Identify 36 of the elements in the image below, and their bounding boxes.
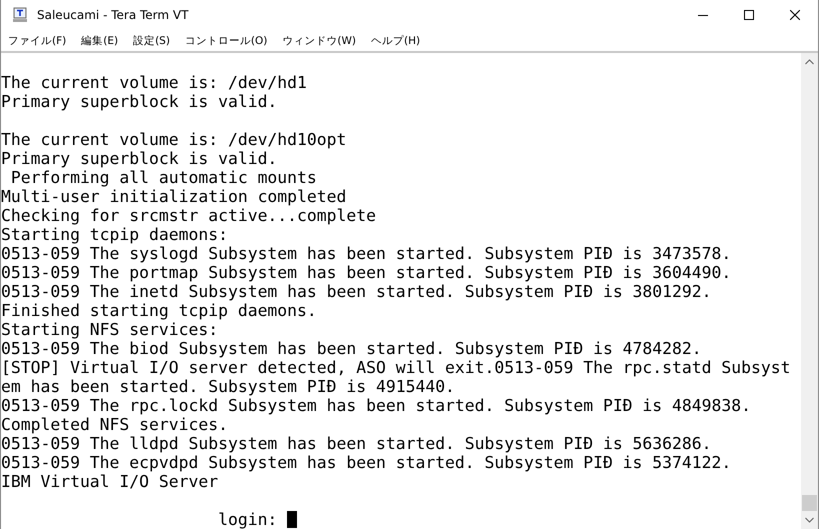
menu-item[interactable]: 編集(E) (76, 30, 124, 50)
terminal-line: 0513-059 The portmap Subsystem has been started. Subsystem PIĐ is 3604490. (1, 263, 732, 282)
terminal-line: Completed NFS services. (1, 415, 228, 434)
terminal-line: IBM Virtual I/O Server (1, 472, 218, 491)
terminal-line: Starting tcpip daemons: (1, 225, 228, 244)
app-icon (12, 7, 28, 23)
terminal-line: em has been started. Subsystem PIĐ is 4915440. (1, 377, 455, 396)
terminal-line: Primary superblock is valid. (1, 149, 278, 168)
terminal-line: Primary superblock is valid. (1, 92, 278, 111)
terminal-line: 0513-059 The rpc.lockd Subsystem has been started. Subsystem PIĐ is 4849838. (1, 396, 751, 415)
menu-item[interactable]: ウィンドウ(W) (277, 30, 361, 50)
window-title: Saleucami - Tera Term VT (37, 8, 188, 22)
terminal-line: 0513-059 The inetd Subsystem has been started. Subsystem PIĐ is 3801292. (1, 282, 712, 301)
terminal-line: 0513-059 The lldpd Subsystem has been started. Subsystem PIĐ is 5636286. (1, 434, 712, 453)
terminal-line: Performing all automatic mounts (10, 168, 317, 187)
menu-item[interactable]: ヘルプ(H) (366, 30, 426, 50)
scroll-down-icon[interactable] (805, 517, 814, 523)
text-cursor (287, 511, 298, 528)
terminal-line: Finished starting tcpip daemons. (1, 301, 317, 320)
terminal-line: The current volume is: /dev/hd10opt (1, 130, 346, 149)
scroll-thumb[interactable] (802, 495, 817, 511)
scroll-up-icon[interactable] (805, 59, 814, 65)
terminal-line: The current volume is: /dev/hd1 (1, 73, 307, 92)
close-icon[interactable] (790, 10, 800, 20)
terminal-line: [STOP] Virtual I/O server detected, ASO will exit.0513-059 The rpc.statd Subsyst (1, 358, 790, 377)
terminal-line: Starting NFS services: (1, 320, 218, 339)
terminal-line: Multi-user initialization completed (1, 187, 346, 206)
terminal-line: Checking for srcmstr active...complete (1, 206, 376, 225)
menu-item[interactable]: 設定(S) (128, 30, 175, 50)
maximize-icon[interactable] (744, 10, 754, 20)
menu-item[interactable]: コントロール(O) (180, 30, 272, 50)
menu-item[interactable]: ファイル(F) (3, 30, 72, 50)
login-prompt: login: (217, 510, 278, 529)
terminal-line: 0513-059 The ecpvdpd Subsystem has been started. Subsystem PIĐ is 5374122. (1, 453, 732, 472)
terminal-line: 0513-059 The biod Subsystem has been started. Subsystem PIĐ is 4784282. (1, 339, 702, 358)
terminal-line: 0513-059 The syslogd Subsystem has been started. Subsystem PIĐ is 3473578. (1, 244, 732, 263)
